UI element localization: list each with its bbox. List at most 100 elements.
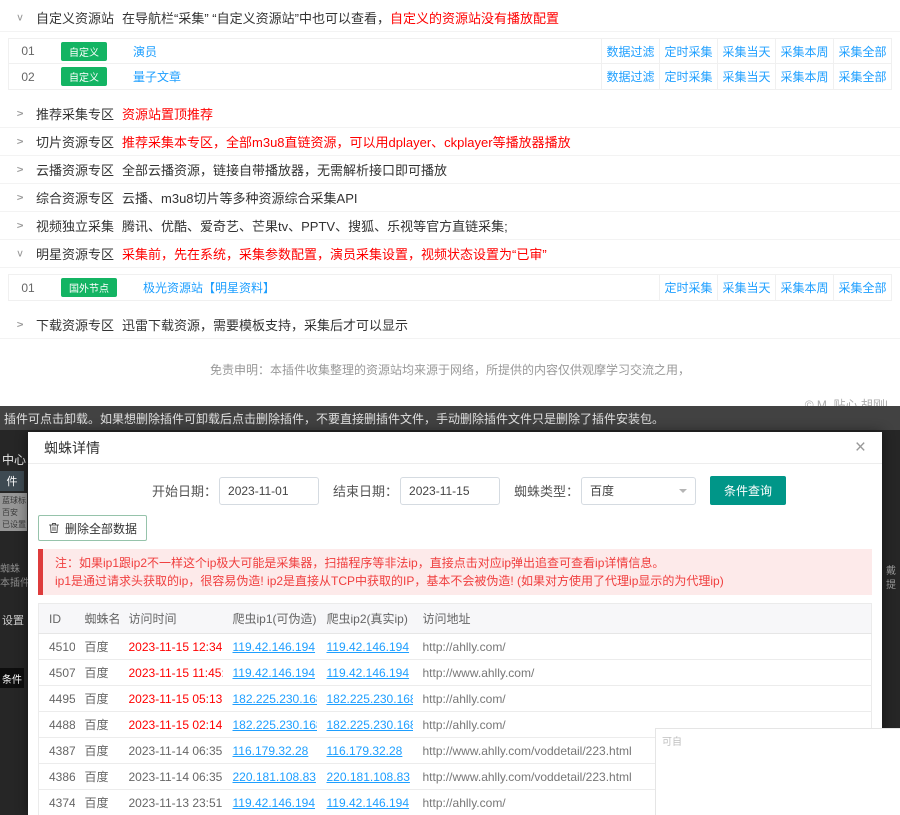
status-badge: 自定义 — [61, 42, 107, 61]
ip2-link[interactable]: 182.225.230.168 — [327, 718, 413, 732]
ip2-link[interactable]: 116.179.32.28 — [327, 744, 403, 758]
chevron-down-icon — [679, 489, 687, 497]
table-header-row: ID 蜘蛛名字 访问时间 爬虫ip1(可伪造) 爬虫ip2(真实ip) 访问地址 — [39, 604, 872, 634]
resource-name-link[interactable]: 极光资源站【明星资料】 — [143, 279, 659, 296]
action-timed-collect[interactable]: 定时采集 — [659, 39, 717, 63]
ip1-link[interactable]: 119.42.146.194 — [233, 666, 316, 680]
custom-resource-table: 01 自定义 演员 数据过滤 定时采集 采集当天 采集本周 采集全部 02 自定… — [8, 38, 892, 90]
row-index: 02 — [9, 70, 47, 84]
cell-visit-time: 2023-11-15 11:45:15 — [119, 660, 223, 686]
row-actions: 数据过滤 定时采集 采集当天 采集本周 采集全部 — [601, 39, 891, 63]
section-recommend[interactable]: 推荐采集专区 资源站置顶推荐 — [0, 100, 900, 128]
background-tab-fragment: 条件 — [0, 668, 24, 688]
trash-icon — [48, 522, 60, 534]
ip2-link[interactable]: 182.225.230.168 — [327, 692, 413, 706]
background-text-fragment: 本插件 — [0, 574, 30, 589]
action-collect-today[interactable]: 采集当天 — [717, 39, 775, 63]
section-cloud-play[interactable]: 云播资源专区 全部云播资源，链接自带播放器，无需解析接口即可播放 — [0, 156, 900, 184]
section-title: 明星资源专区 — [36, 244, 114, 263]
ip2-link[interactable]: 119.42.146.194 — [327, 666, 410, 680]
section-comprehensive[interactable]: 综合资源专区 云播、m3u8切片等多种资源综合采集API — [0, 184, 900, 212]
cell-id: 4495 — [39, 686, 75, 712]
background-tab-fragment: 件 — [0, 471, 24, 491]
resource-name-link[interactable]: 演员 — [133, 43, 601, 60]
resource-station-page: 自定义资源站 在导航栏“采集” “自定义资源站”中也可以查看， 自定义的资源站没… — [0, 0, 900, 406]
spider-log-row: 4510 百度 2023-11-15 12:34:43 119.42.146.1… — [39, 634, 872, 660]
cell-visit-time: 2023-11-15 02:14:28 — [119, 712, 223, 738]
panel-text-fragment: 可自 — [656, 729, 900, 748]
table-row: 01 国外节点 极光资源站【明星资料】 定时采集 采集当天 采集本周 采集全部 — [9, 275, 891, 300]
row-actions: 数据过滤 定时采集 采集当天 采集本周 采集全部 — [601, 64, 891, 89]
ip2-link[interactable]: 119.42.146.194 — [327, 640, 410, 654]
action-timed-collect[interactable]: 定时采集 — [659, 64, 717, 89]
background-text-fragment: 蓝球标 — [2, 495, 27, 507]
cell-visit-url: http://ahlly.com/ — [413, 686, 872, 712]
status-badge: 国外节点 — [61, 278, 117, 297]
cell-spider-name: 百度 — [75, 790, 119, 815]
row-index: 01 — [9, 281, 47, 295]
section-download-resource[interactable]: 下载资源专区 迅雷下载资源，需要模板支持，采集后才可以显示 — [0, 311, 900, 339]
table-row: 02 自定义 量子文章 数据过滤 定时采集 采集当天 采集本周 采集全部 — [9, 64, 891, 89]
action-collect-all[interactable]: 采集全部 — [833, 275, 891, 300]
start-date-input[interactable] — [219, 477, 319, 505]
action-collect-week[interactable]: 采集本周 — [775, 275, 833, 300]
query-button[interactable]: 条件查询 — [710, 476, 786, 505]
col-header-ip1: 爬虫ip1(可伪造) — [223, 604, 317, 634]
section-star-resource[interactable]: 明星资源专区 采集前，先在系统，采集参数配置，演员采集设置，视频状态设置为“已审… — [0, 240, 900, 268]
cell-visit-time: 2023-11-15 05:13:05 — [119, 686, 223, 712]
chevron-right-icon — [14, 108, 26, 120]
action-collect-week[interactable]: 采集本周 — [775, 64, 833, 89]
ip1-link[interactable]: 182.225.230.168 — [233, 718, 317, 732]
ip1-link[interactable]: 220.181.108.83 — [233, 770, 316, 784]
cell-visit-time: 2023-11-14 06:35:41 — [119, 738, 223, 764]
background-text-fragment: 中心 — [2, 451, 26, 468]
section-title: 综合资源专区 — [36, 188, 114, 207]
section-title: 切片资源专区 — [36, 132, 114, 151]
chevron-right-icon — [14, 136, 26, 148]
delete-all-button[interactable]: 删除全部数据 — [38, 515, 147, 541]
modal-title: 蜘蛛详情 — [44, 438, 100, 458]
section-slice[interactable]: 切片资源专区 推荐采集本专区，全部m3u8直链资源，可以用dplayer、ckp… — [0, 128, 900, 156]
action-collect-all[interactable]: 采集全部 — [833, 39, 891, 63]
cell-spider-name: 百度 — [75, 686, 119, 712]
close-icon[interactable]: × — [855, 438, 866, 457]
spider-type-select[interactable]: 百度 — [581, 477, 696, 505]
section-title: 自定义资源站 — [36, 8, 114, 27]
ip1-link[interactable]: 119.42.146.194 — [233, 796, 316, 810]
resource-name-link[interactable]: 量子文章 — [133, 68, 601, 85]
spider-log-row: 4507 百度 2023-11-15 11:45:15 119.42.146.1… — [39, 660, 872, 686]
ip1-link[interactable]: 116.179.32.28 — [233, 744, 309, 758]
action-collect-week[interactable]: 采集本周 — [775, 39, 833, 63]
cell-visit-time: 2023-11-15 12:34:43 — [119, 634, 223, 660]
background-text-fragment: 百安 — [2, 507, 27, 519]
action-timed-collect[interactable]: 定时采集 — [659, 275, 717, 300]
chevron-right-icon — [14, 319, 26, 331]
status-badge: 自定义 — [61, 67, 107, 86]
col-header-id: ID — [39, 604, 75, 634]
ip1-link[interactable]: 182.225.230.168 — [233, 692, 317, 706]
action-data-filter[interactable]: 数据过滤 — [601, 64, 659, 89]
chevron-down-icon — [14, 12, 26, 24]
notice-bar: 插件可点击卸载。如果想删除插件可卸载后点击删除插件，不要直接删插件文件，手动删除… — [0, 406, 900, 430]
spider-log-row: 4495 百度 2023-11-15 05:13:05 182.225.230.… — [39, 686, 872, 712]
background-panel-fragment: 蓝球标 百安 已设置 — [0, 493, 27, 531]
section-desc: 全部云播资源，链接自带播放器，无需解析接口即可播放 — [122, 160, 447, 179]
col-header-ip2: 爬虫ip2(真实ip) — [317, 604, 413, 634]
action-collect-today[interactable]: 采集当天 — [717, 64, 775, 89]
table-row: 01 自定义 演员 数据过滤 定时采集 采集当天 采集本周 采集全部 — [9, 39, 891, 64]
section-title: 云播资源专区 — [36, 160, 114, 179]
cell-spider-name: 百度 — [75, 712, 119, 738]
action-data-filter[interactable]: 数据过滤 — [601, 39, 659, 63]
chevron-right-icon — [14, 220, 26, 232]
section-video-independent[interactable]: 视频独立采集 腾讯、优酷、爱奇艺、芒果tv、PPTV、搜狐、乐视等官方直链采集; — [0, 212, 900, 240]
action-collect-today[interactable]: 采集当天 — [717, 275, 775, 300]
section-custom-resource[interactable]: 自定义资源站 在导航栏“采集” “自定义资源站”中也可以查看， 自定义的资源站没… — [0, 4, 900, 32]
warning-note: 注：如果ip1跟ip2不一样这个ip极大可能是采集器，扫描程序等非法ip，直接点… — [38, 549, 872, 595]
section-desc: 腾讯、优酷、爱奇艺、芒果tv、PPTV、搜狐、乐视等官方直链采集; — [122, 216, 508, 235]
ip2-link[interactable]: 119.42.146.194 — [327, 796, 410, 810]
action-collect-all[interactable]: 采集全部 — [833, 64, 891, 89]
ip1-link[interactable]: 119.42.146.194 — [233, 640, 316, 654]
ip2-link[interactable]: 220.181.108.83 — [327, 770, 410, 784]
cell-id: 4386 — [39, 764, 75, 790]
end-date-input[interactable] — [400, 477, 500, 505]
